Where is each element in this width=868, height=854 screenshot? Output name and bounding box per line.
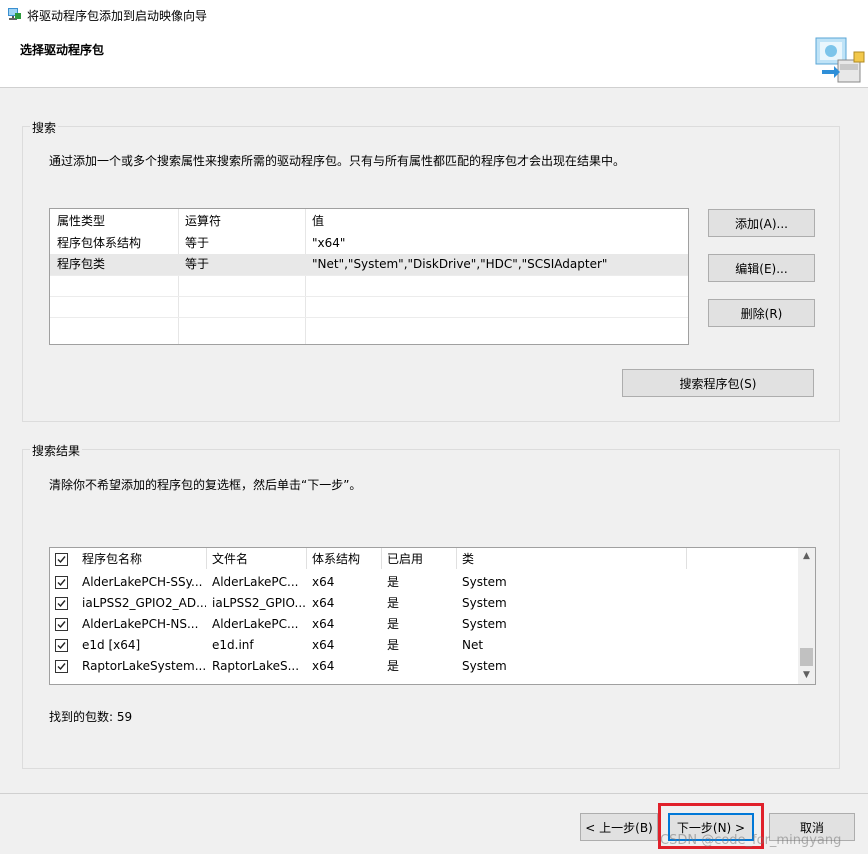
- package-name-cell: AlderLakePCH-SSy...: [82, 575, 203, 589]
- page-title: 选择驱动程序包: [20, 43, 105, 57]
- enabled-cell: 是: [387, 596, 400, 610]
- found-packages-count: 找到的包数: 59: [49, 710, 133, 724]
- back-button[interactable]: < 上一步(B): [580, 813, 658, 841]
- results-scrollbar[interactable]: ▲ ▼: [798, 548, 815, 684]
- column-header-enabled[interactable]: 已启用: [381, 549, 456, 570]
- enabled-cell: 是: [387, 575, 400, 589]
- table-row[interactable]: RaptorLakeSystem... RaptorLakeS... x64 是…: [50, 656, 798, 677]
- file-name-cell: RaptorLakeS...: [212, 659, 300, 673]
- table-row[interactable]: AlderLakePCH-SSy... AlderLakePC... x64 是…: [50, 572, 798, 593]
- wizard-header: 选择驱动程序包: [0, 30, 868, 88]
- column-header-value[interactable]: 值: [305, 211, 685, 232]
- scroll-down-icon[interactable]: ▼: [798, 667, 815, 684]
- enabled-cell: 是: [387, 659, 400, 673]
- add-property-button[interactable]: 添加(A)...: [708, 209, 815, 237]
- package-checkbox[interactable]: [55, 660, 68, 673]
- search-description: 通过添加一个或多个搜索属性来搜索所需的驱动程序包。只有与所有属性都匹配的程序包才…: [49, 154, 626, 168]
- file-name-cell: e1d.inf: [212, 638, 254, 652]
- value-cell: "x64": [312, 236, 346, 250]
- select-all-checkbox[interactable]: [55, 553, 68, 566]
- operator-cell: 等于: [185, 257, 210, 271]
- value-cell: "Net","System","DiskDrive","HDC","SCSIAd…: [312, 257, 608, 271]
- class-cell: System: [462, 596, 507, 610]
- scrollbar-thumb[interactable]: [800, 648, 813, 666]
- architecture-cell: x64: [312, 596, 335, 610]
- search-group-label: 搜索: [30, 119, 59, 136]
- operator-cell: 等于: [185, 236, 210, 250]
- package-checkbox[interactable]: [55, 597, 68, 610]
- property-type-cell: 程序包体系结构: [57, 236, 142, 250]
- class-cell: Net: [462, 638, 484, 652]
- file-name-cell: AlderLakePC...: [212, 575, 299, 589]
- search-packages-button[interactable]: 搜索程序包(S): [622, 369, 814, 397]
- file-name-cell: AlderLakePC...: [212, 617, 299, 631]
- package-name-cell: e1d [x64]: [82, 638, 141, 652]
- column-header-class[interactable]: 类: [456, 549, 686, 570]
- enabled-cell: 是: [387, 638, 400, 652]
- results-group-label: 搜索结果: [30, 442, 83, 459]
- column-header-package-name[interactable]: 程序包名称: [76, 549, 206, 570]
- architecture-cell: x64: [312, 617, 335, 631]
- table-row[interactable]: AlderLakePCH-NS... AlderLakePC... x64 是 …: [50, 614, 798, 635]
- title-bar: 将驱动程序包添加到启动映像向导: [0, 0, 868, 30]
- file-name-cell: iaLPSS2_GPIO...: [212, 596, 306, 610]
- driver-package-icon: [815, 37, 865, 83]
- table-row[interactable]: iaLPSS2_GPIO2_AD... iaLPSS2_GPIO... x64 …: [50, 593, 798, 614]
- delete-property-button[interactable]: 删除(R): [708, 299, 815, 327]
- column-header-operator[interactable]: 运算符: [178, 211, 305, 232]
- column-header-property-type[interactable]: 属性类型: [50, 211, 178, 232]
- package-checkbox[interactable]: [55, 576, 68, 589]
- architecture-cell: x64: [312, 659, 335, 673]
- package-name-cell: RaptorLakeSystem...: [82, 659, 206, 673]
- results-description: 清除你不希望添加的程序包的复选框，然后单击“下一步”。: [49, 478, 362, 492]
- column-header-architecture[interactable]: 体系结构: [306, 549, 381, 570]
- table-row[interactable]: e1d [x64] e1d.inf x64 是 Net: [50, 635, 798, 656]
- property-row[interactable]: 程序包体系结构 等于 "x64": [50, 233, 688, 254]
- window-title: 将驱动程序包添加到启动映像向导: [27, 9, 208, 23]
- package-name-cell: iaLPSS2_GPIO2_AD...: [82, 596, 206, 610]
- search-properties-table[interactable]: 属性类型 运算符 值 程序包体系结构 等于 "x64" 程序包类 等于 "Net…: [49, 208, 689, 345]
- architecture-cell: x64: [312, 638, 335, 652]
- architecture-cell: x64: [312, 575, 335, 589]
- class-cell: System: [462, 617, 507, 631]
- footer-divider: [0, 793, 868, 794]
- column-header-file-name[interactable]: 文件名: [206, 549, 306, 570]
- scroll-up-icon[interactable]: ▲: [798, 548, 815, 565]
- package-checkbox[interactable]: [55, 639, 68, 652]
- wizard-app-icon: [8, 8, 21, 20]
- package-checkbox[interactable]: [55, 618, 68, 631]
- property-row-selected[interactable]: 程序包类 等于 "Net","System","DiskDrive","HDC"…: [50, 254, 688, 275]
- property-type-cell: 程序包类: [57, 257, 106, 271]
- class-cell: System: [462, 575, 507, 589]
- edit-property-button[interactable]: 编辑(E)...: [708, 254, 815, 282]
- class-cell: System: [462, 659, 507, 673]
- watermark-text: CSDN @code_for_mingyang: [660, 833, 842, 848]
- properties-header-row: 属性类型 运算符 值: [50, 211, 688, 232]
- package-name-cell: AlderLakePCH-NS...: [82, 617, 199, 631]
- enabled-cell: 是: [387, 617, 400, 631]
- results-table[interactable]: 程序包名称 文件名 体系结构 已启用 类 AlderLakePCH-SSy...…: [49, 547, 816, 685]
